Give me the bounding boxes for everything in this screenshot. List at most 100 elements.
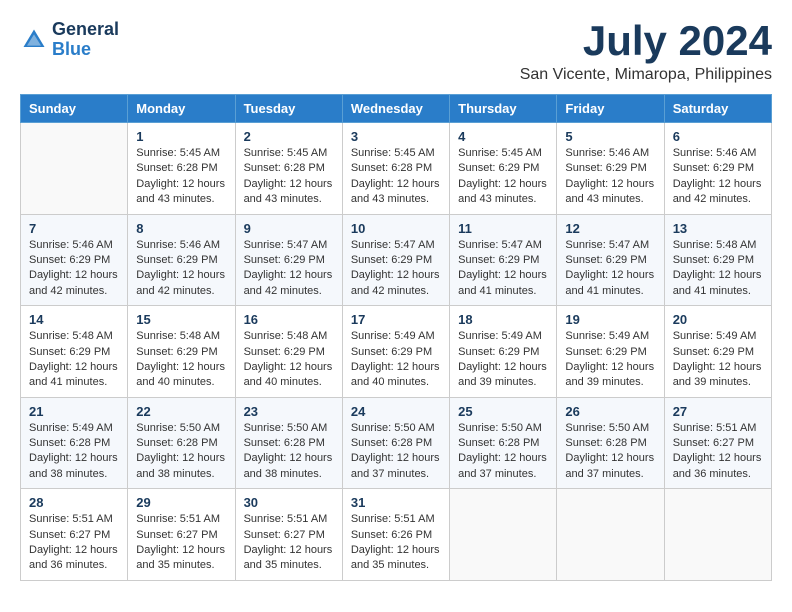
calendar-header-row: SundayMondayTuesdayWednesdayThursdayFrid… (21, 95, 772, 123)
day-detail: Sunrise: 5:45 AM Sunset: 6:28 PM Dayligh… (136, 146, 226, 208)
day-number: 25 (458, 404, 548, 419)
day-number: 17 (351, 312, 441, 327)
day-number: 14 (29, 312, 119, 327)
day-number: 27 (673, 404, 763, 419)
day-number: 8 (136, 221, 226, 236)
day-number: 23 (244, 404, 334, 419)
day-detail: Sunrise: 5:49 AM Sunset: 6:29 PM Dayligh… (458, 329, 548, 391)
day-number: 15 (136, 312, 226, 327)
calendar-cell: 17 Sunrise: 5:49 AM Sunset: 6:29 PM Dayli… (342, 306, 449, 398)
day-number: 26 (565, 404, 655, 419)
calendar-cell: 28Sunrise: 5:51 AM Sunset: 6:27 PM Dayli… (21, 489, 128, 581)
day-header-thursday: Thursday (450, 95, 557, 123)
day-number: 7 (29, 221, 119, 236)
day-number: 12 (565, 221, 655, 236)
day-number: 1 (136, 129, 226, 144)
day-number: 20 (673, 312, 763, 327)
calendar-cell: 2Sunrise: 5:45 AM Sunset: 6:28 PM Daylig… (235, 123, 342, 215)
calendar-cell (21, 123, 128, 215)
calendar-cell: 9 Sunrise: 5:47 AM Sunset: 6:29 PM Daylig… (235, 214, 342, 306)
day-detail: Sunrise: 5:48 AM Sunset: 6:29 PM Dayligh… (673, 238, 763, 300)
day-number: 5 (565, 129, 655, 144)
day-detail: Sunrise: 5:48 AM Sunset: 6:29 PM Dayligh… (136, 329, 226, 391)
day-number: 30 (244, 495, 334, 510)
day-number: 31 (351, 495, 441, 510)
day-number: 11 (458, 221, 548, 236)
calendar-week-row: 21 Sunrise: 5:49 AM Sunset: 6:28 PM Dayli… (21, 397, 772, 489)
calendar-cell: 10Sunrise: 5:47 AM Sunset: 6:29 PM Dayli… (342, 214, 449, 306)
calendar-cell: 5Sunrise: 5:46 AM Sunset: 6:29 PM Daylig… (557, 123, 664, 215)
calendar-cell: 18 Sunrise: 5:49 AM Sunset: 6:29 PM Dayli… (450, 306, 557, 398)
day-number: 22 (136, 404, 226, 419)
calendar-cell: 16 Sunrise: 5:48 AM Sunset: 6:29 PM Dayli… (235, 306, 342, 398)
calendar-week-row: 7 Sunrise: 5:46 AM Sunset: 6:29 PM Daylig… (21, 214, 772, 306)
day-detail: Sunrise: 5:51 AM Sunset: 6:27 PM Dayligh… (673, 421, 763, 483)
day-header-saturday: Saturday (664, 95, 771, 123)
calendar-week-row: 1 Sunrise: 5:45 AM Sunset: 6:28 PM Daylig… (21, 123, 772, 215)
day-number: 4 (458, 129, 548, 144)
day-detail: Sunrise: 5:47 AM Sunset: 6:29 PM Dayligh… (244, 238, 334, 300)
calendar-cell: 21 Sunrise: 5:49 AM Sunset: 6:28 PM Dayli… (21, 397, 128, 489)
calendar-cell: 7Sunrise: 5:46 AM Sunset: 6:29 PM Daylig… (21, 214, 128, 306)
day-header-monday: Monday (128, 95, 235, 123)
calendar-cell: 13 Sunrise: 5:48 AM Sunset: 6:29 PM Dayli… (664, 214, 771, 306)
day-detail: Sunrise: 5:50 AM Sunset: 6:28 PM Dayligh… (351, 421, 441, 483)
calendar-cell: 1 Sunrise: 5:45 AM Sunset: 6:28 PM Daylig… (128, 123, 235, 215)
day-header-sunday: Sunday (21, 95, 128, 123)
title-section: July 2024 San Vicente, Mimaropa, Philipp… (520, 20, 772, 84)
day-detail: Sunrise: 5:49 AM Sunset: 6:29 PM Dayligh… (673, 329, 763, 391)
day-number: 21 (29, 404, 119, 419)
calendar-cell: 26 Sunrise: 5:50 AM Sunset: 6:28 PM Dayli… (557, 397, 664, 489)
day-number: 16 (244, 312, 334, 327)
day-detail: Sunrise: 5:50 AM Sunset: 6:28 PM Dayligh… (136, 421, 226, 483)
calendar-cell: 31 Sunrise: 5:51 AM Sunset: 6:26 PM Dayli… (342, 489, 449, 581)
day-detail: Sunrise: 5:45 AM Sunset: 6:29 PM Dayligh… (458, 146, 548, 208)
calendar-cell: 24Sunrise: 5:50 AM Sunset: 6:28 PM Dayli… (342, 397, 449, 489)
calendar-cell: 8 Sunrise: 5:46 AM Sunset: 6:29 PM Daylig… (128, 214, 235, 306)
day-detail: Sunrise: 5:51 AM Sunset: 6:27 PM Dayligh… (136, 512, 226, 574)
calendar-cell: 19Sunrise: 5:49 AM Sunset: 6:29 PM Dayli… (557, 306, 664, 398)
day-header-wednesday: Wednesday (342, 95, 449, 123)
header: General Blue July 2024 San Vicente, Mima… (20, 20, 772, 84)
logo-text: General Blue (52, 20, 119, 60)
day-detail: Sunrise: 5:51 AM Sunset: 6:26 PM Dayligh… (351, 512, 441, 574)
day-number: 18 (458, 312, 548, 327)
calendar-week-row: 28Sunrise: 5:51 AM Sunset: 6:27 PM Dayli… (21, 489, 772, 581)
day-detail: Sunrise: 5:49 AM Sunset: 6:28 PM Dayligh… (29, 421, 119, 483)
day-detail: Sunrise: 5:50 AM Sunset: 6:28 PM Dayligh… (565, 421, 655, 483)
day-detail: Sunrise: 5:45 AM Sunset: 6:28 PM Dayligh… (244, 146, 334, 208)
calendar-cell (557, 489, 664, 581)
calendar-cell: 14 Sunrise: 5:48 AM Sunset: 6:29 PM Dayli… (21, 306, 128, 398)
logo-blue-text: Blue (52, 40, 119, 60)
subtitle: San Vicente, Mimaropa, Philippines (520, 66, 772, 84)
calendar-cell: 3Sunrise: 5:45 AM Sunset: 6:28 PM Daylig… (342, 123, 449, 215)
calendar-cell: 30 Sunrise: 5:51 AM Sunset: 6:27 PM Dayli… (235, 489, 342, 581)
day-number: 6 (673, 129, 763, 144)
day-number: 13 (673, 221, 763, 236)
calendar-cell: 29Sunrise: 5:51 AM Sunset: 6:27 PM Dayli… (128, 489, 235, 581)
day-number: 19 (565, 312, 655, 327)
calendar-table: SundayMondayTuesdayWednesdayThursdayFrid… (20, 94, 772, 581)
day-detail: Sunrise: 5:46 AM Sunset: 6:29 PM Dayligh… (136, 238, 226, 300)
day-detail: Sunrise: 5:49 AM Sunset: 6:29 PM Dayligh… (351, 329, 441, 391)
calendar-cell (664, 489, 771, 581)
calendar-cell: 15 Sunrise: 5:48 AM Sunset: 6:29 PM Dayli… (128, 306, 235, 398)
day-header-tuesday: Tuesday (235, 95, 342, 123)
calendar-cell: 12Sunrise: 5:47 AM Sunset: 6:29 PM Dayli… (557, 214, 664, 306)
day-detail: Sunrise: 5:47 AM Sunset: 6:29 PM Dayligh… (351, 238, 441, 300)
day-detail: Sunrise: 5:51 AM Sunset: 6:27 PM Dayligh… (29, 512, 119, 574)
day-detail: Sunrise: 5:51 AM Sunset: 6:27 PM Dayligh… (244, 512, 334, 574)
calendar-cell: 6Sunrise: 5:46 AM Sunset: 6:29 PM Daylig… (664, 123, 771, 215)
day-detail: Sunrise: 5:47 AM Sunset: 6:29 PM Dayligh… (458, 238, 548, 300)
day-number: 3 (351, 129, 441, 144)
calendar-cell: 25Sunrise: 5:50 AM Sunset: 6:28 PM Dayli… (450, 397, 557, 489)
calendar-cell: 22 Sunrise: 5:50 AM Sunset: 6:28 PM Dayli… (128, 397, 235, 489)
main-title: July 2024 (520, 20, 772, 62)
day-detail: Sunrise: 5:48 AM Sunset: 6:29 PM Dayligh… (29, 329, 119, 391)
day-number: 9 (244, 221, 334, 236)
calendar-cell: 11 Sunrise: 5:47 AM Sunset: 6:29 PM Dayli… (450, 214, 557, 306)
day-detail: Sunrise: 5:48 AM Sunset: 6:29 PM Dayligh… (244, 329, 334, 391)
calendar-cell: 23Sunrise: 5:50 AM Sunset: 6:28 PM Dayli… (235, 397, 342, 489)
calendar-cell: 27 Sunrise: 5:51 AM Sunset: 6:27 PM Dayli… (664, 397, 771, 489)
calendar-cell: 4 Sunrise: 5:45 AM Sunset: 6:29 PM Daylig… (450, 123, 557, 215)
